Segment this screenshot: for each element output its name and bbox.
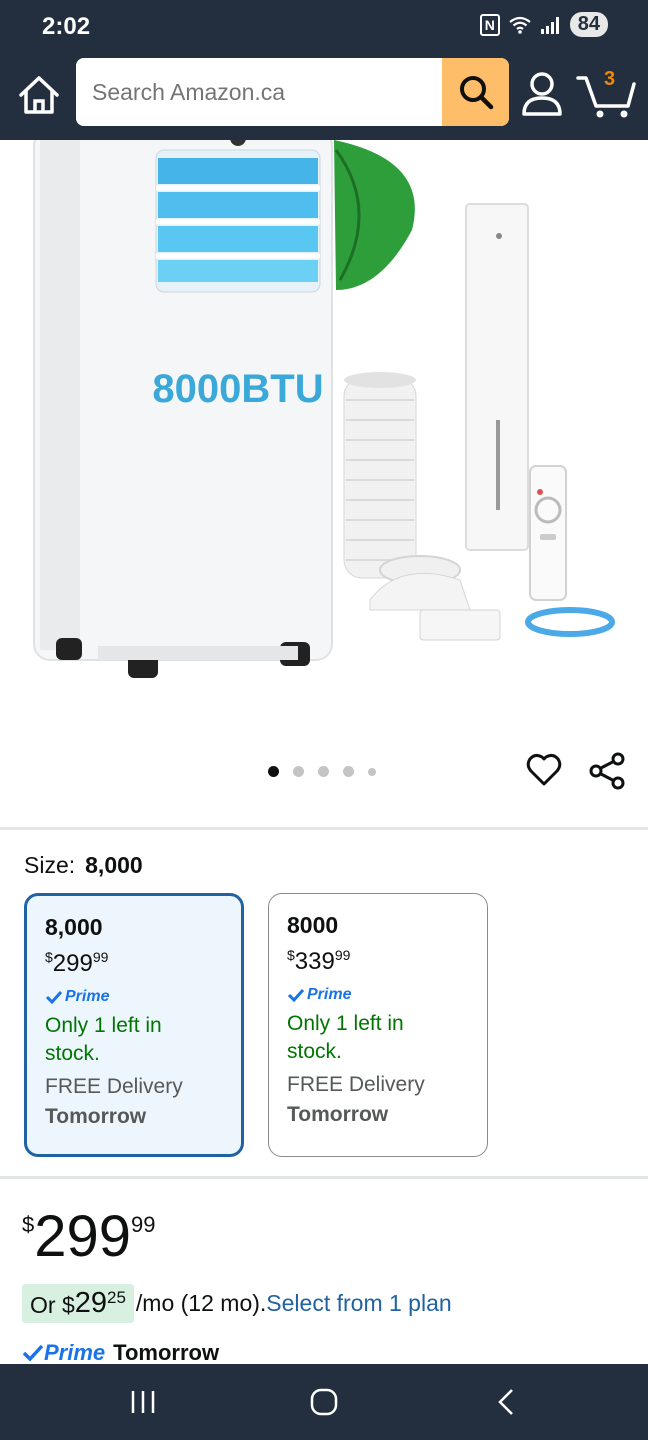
stock-status: Only 1 left in stock. xyxy=(45,1014,162,1065)
monthly-term: /mo (12 mo). xyxy=(135,1290,267,1316)
size-option-price: $29999 xyxy=(45,949,109,977)
status-icons: N 84 xyxy=(479,12,608,37)
search-input[interactable] xyxy=(76,58,442,126)
size-option-8000-alt[interactable]: 8000 $33999 Prime Only 1 left in stock. F… xyxy=(268,893,488,1157)
account-icon[interactable] xyxy=(520,70,564,118)
size-option-8000-selected[interactable]: 8,000 $29999 Prime Only 1 left in stock. … xyxy=(24,893,244,1157)
signal-icon xyxy=(540,16,559,34)
product-page: 2:02 N 84 Search Amazon.ca 3 8000BTU Siz… xyxy=(0,0,648,1440)
share-icon[interactable] xyxy=(588,752,626,790)
wifi-icon xyxy=(509,16,531,34)
prime-label: Prime xyxy=(44,1340,106,1365)
delivery-text: FREE Delivery xyxy=(45,1075,183,1098)
size-option-title: 8,000 xyxy=(45,914,103,940)
prime-badge: Prime xyxy=(45,988,223,1006)
check-icon xyxy=(45,990,63,1004)
cart-count: 3 xyxy=(604,68,616,90)
size-option-price: $33999 xyxy=(287,947,351,975)
product-price: $ 299 99 xyxy=(22,1204,156,1269)
size-label-row: Size: 8,000 xyxy=(24,852,143,879)
select-plan-link[interactable]: Select from 1 plan xyxy=(266,1290,451,1317)
home-nav-icon[interactable] xyxy=(310,1388,338,1416)
search-icon xyxy=(459,76,493,110)
heart-icon[interactable] xyxy=(526,752,562,788)
delivery-text: FREE Delivery xyxy=(287,1073,425,1096)
gallery-dot[interactable] xyxy=(368,767,376,776)
monthly-payment: Or $29 25 /mo (12 mo). Select from 1 plan xyxy=(22,1284,452,1323)
battery-indicator: 84 xyxy=(569,12,608,37)
size-option-title: 8000 xyxy=(287,912,339,938)
product-capacity-label: 8000BTU xyxy=(152,367,323,411)
nfc-icon: N xyxy=(479,13,500,36)
section-divider xyxy=(0,827,648,830)
status-time: 2:02 xyxy=(42,13,91,40)
delivery-day: Tomorrow xyxy=(113,1340,220,1365)
check-icon xyxy=(287,988,305,1002)
monthly-amount-badge: Or $29 25 xyxy=(22,1284,134,1323)
gallery-dot[interactable] xyxy=(293,766,304,777)
top-nav-bar: 3 xyxy=(0,48,648,140)
stock-status: Only 1 left in stock. xyxy=(287,1012,404,1063)
check-icon xyxy=(22,1344,44,1362)
product-gallery: 8000BTU xyxy=(0,140,648,828)
home-icon[interactable] xyxy=(16,72,62,118)
status-bar: 2:02 N 84 xyxy=(0,0,648,48)
back-icon[interactable] xyxy=(494,1386,518,1418)
gallery-dot[interactable] xyxy=(318,766,329,777)
product-image[interactable]: 8000BTU xyxy=(0,140,648,700)
recents-icon[interactable] xyxy=(128,1388,158,1416)
prime-delivery: Prime Tomorrow xyxy=(22,1340,219,1366)
gallery-dot[interactable] xyxy=(268,766,279,777)
size-selected-value: 8,000 xyxy=(85,852,143,878)
system-nav-bar xyxy=(0,1364,648,1440)
gallery-dots[interactable] xyxy=(268,766,376,777)
section-divider xyxy=(0,1176,648,1179)
search-box xyxy=(76,58,509,126)
search-button[interactable] xyxy=(442,58,509,126)
delivery-day: Tomorrow xyxy=(287,1103,389,1126)
prime-badge: Prime xyxy=(287,986,469,1004)
cart-button[interactable]: 3 xyxy=(576,62,638,120)
size-label: Size: xyxy=(24,852,76,878)
gallery-dot[interactable] xyxy=(343,766,354,777)
delivery-day: Tomorrow xyxy=(45,1105,147,1128)
